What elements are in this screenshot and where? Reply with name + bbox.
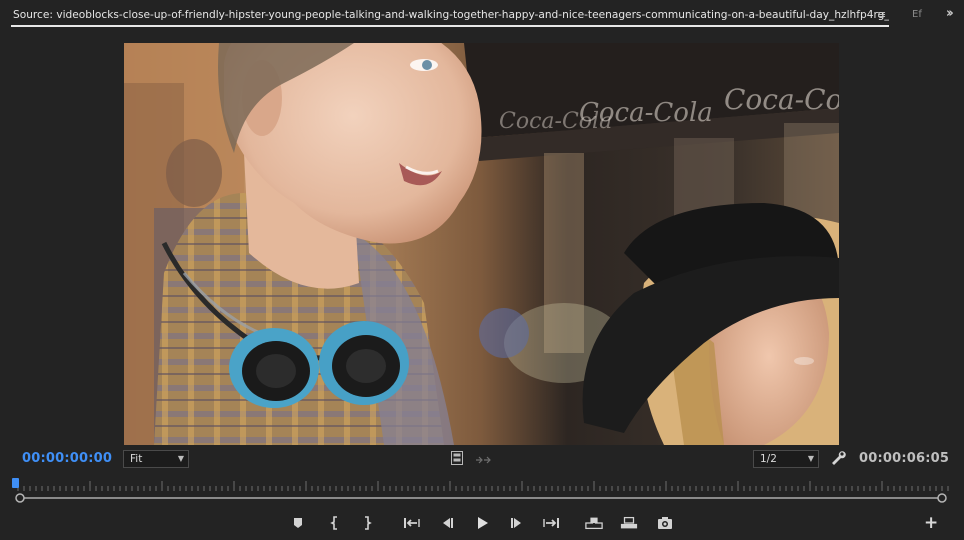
- tab-effects[interactable]: Ef: [912, 9, 922, 20]
- add-marker-icon[interactable]: [289, 514, 307, 532]
- compare-arrows-icon[interactable]: [475, 451, 491, 470]
- play-icon[interactable]: [473, 514, 491, 532]
- mark-in-icon[interactable]: [326, 514, 344, 532]
- safe-margins-icon[interactable]: [451, 450, 463, 469]
- zoom-handle-left[interactable]: [15, 493, 25, 503]
- go-to-in-icon[interactable]: [403, 514, 421, 532]
- playback-resolution-value: 1/2: [760, 453, 777, 465]
- chevron-down-icon: ▼: [177, 454, 184, 463]
- step-forward-icon[interactable]: [508, 514, 526, 532]
- hamburger-icon[interactable]: ≡: [877, 5, 889, 25]
- playhead-handle[interactable]: [12, 478, 19, 488]
- go-to-out-icon[interactable]: [542, 514, 560, 532]
- step-back-icon[interactable]: [438, 514, 456, 532]
- video-frame-image: Coca-Cola Coca-Cola Coca-Cola: [124, 43, 839, 445]
- source-tab-label: Source: videoblocks-close-up-of-friendly…: [13, 9, 889, 21]
- zoom-scrollbar[interactable]: [14, 491, 948, 505]
- wrench-icon[interactable]: [830, 450, 846, 470]
- timecode-playhead[interactable]: 00:00:00:00: [22, 451, 112, 466]
- mark-out-icon[interactable]: [358, 514, 376, 532]
- playback-resolution-select[interactable]: 1/2 ▼: [753, 450, 819, 468]
- zoom-level-value: Fit: [130, 453, 143, 465]
- plus-icon[interactable]: +: [924, 513, 938, 533]
- timecode-duration: 00:00:06:05: [859, 451, 950, 466]
- panel-header: Source: videoblocks-close-up-of-friendly…: [0, 0, 964, 30]
- double-chevron-right-icon[interactable]: ››: [946, 6, 954, 21]
- sign-text-3: Coca-Cola: [724, 83, 839, 116]
- chevron-down-icon: ▼: [807, 454, 814, 463]
- zoom-handle-right[interactable]: [937, 493, 947, 503]
- source-tab[interactable]: Source: videoblocks-close-up-of-friendly…: [11, 5, 889, 27]
- overwrite-icon[interactable]: [620, 514, 638, 532]
- program-video-frame: Coca-Cola Coca-Cola Coca-Cola: [124, 43, 839, 445]
- insert-icon[interactable]: [585, 514, 603, 532]
- zoom-level-select[interactable]: Fit ▼: [123, 450, 189, 468]
- sign-text-2: Coca-Cola: [579, 98, 713, 128]
- export-frame-icon[interactable]: [656, 514, 674, 532]
